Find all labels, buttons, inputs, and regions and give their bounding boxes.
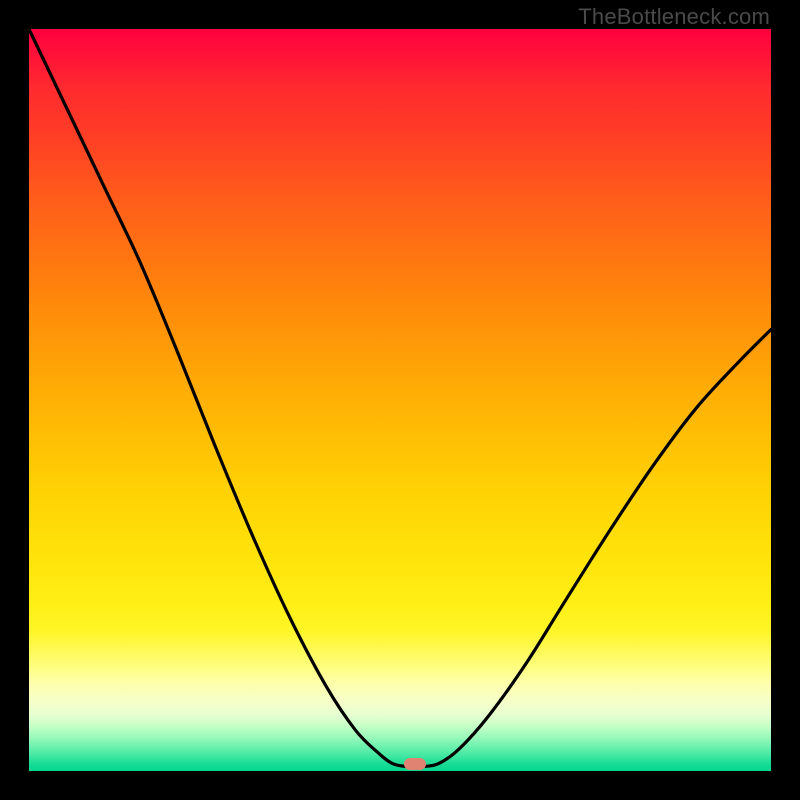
chart-frame: TheBottleneck.com: [0, 0, 800, 800]
plot-area: [29, 29, 771, 771]
curve-path: [29, 29, 771, 767]
bottleneck-curve: [29, 29, 771, 771]
watermark-text: TheBottleneck.com: [578, 4, 770, 30]
optimal-marker: [404, 758, 426, 770]
